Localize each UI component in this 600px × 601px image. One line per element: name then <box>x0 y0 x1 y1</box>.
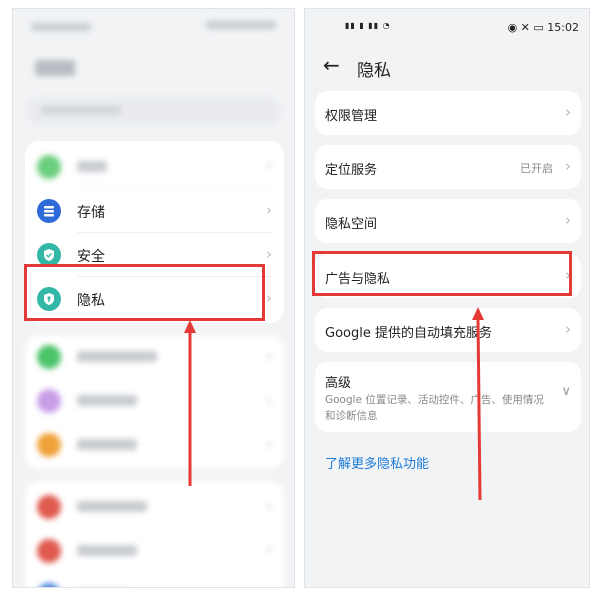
arrow-line-right <box>476 317 482 501</box>
arrow-head-right <box>472 307 484 320</box>
annotation-arrows <box>184 307 484 501</box>
arrow-head-left <box>184 320 196 333</box>
